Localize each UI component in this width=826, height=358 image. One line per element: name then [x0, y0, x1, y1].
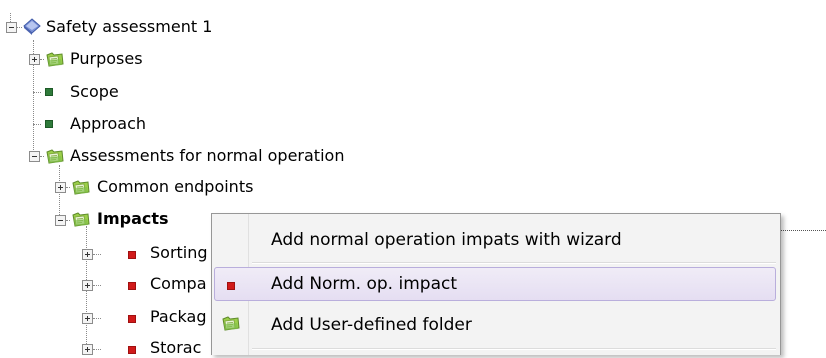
tree-connector [66, 187, 70, 188]
impact-icon [128, 315, 136, 323]
tree-connector [40, 59, 44, 60]
folder-icon [46, 51, 64, 67]
expand-toggle-child[interactable] [82, 313, 93, 324]
menu-separator [252, 348, 776, 350]
tree-item-child-label[interactable]: Packag [150, 307, 211, 327]
impact-icon [128, 251, 136, 259]
expand-toggle-child[interactable] [82, 249, 93, 260]
impact-icon [128, 346, 136, 354]
tree-item-child-label[interactable]: Storac [150, 338, 211, 358]
folder-icon [72, 179, 90, 195]
tree-item-child-label[interactable]: Sorting [150, 243, 211, 263]
collapse-toggle-assessments[interactable] [29, 151, 40, 162]
tree-item-child-label[interactable]: Compa [150, 274, 211, 294]
menu-item-add-user-defined-folder[interactable]: Add User-defined folder [214, 308, 776, 342]
tree-item-approach-label[interactable]: Approach [70, 114, 146, 134]
menu-separator [252, 262, 776, 264]
leaf-icon [45, 88, 53, 96]
tree-connector [66, 220, 70, 221]
folder-icon [46, 148, 64, 164]
tree-connector [33, 124, 41, 125]
expand-toggle-purposes[interactable] [29, 54, 40, 65]
tree-item-purposes-label[interactable]: Purposes [70, 49, 143, 69]
tree-connector [40, 156, 44, 157]
tree-item-root-label[interactable]: Safety assessment 1 [46, 17, 212, 37]
folder-icon [72, 211, 90, 227]
menu-item-label: Add User-defined folder [271, 315, 472, 335]
tree-item-scope-label[interactable]: Scope [70, 82, 119, 102]
tree-connector [10, 13, 11, 22]
expand-toggle-child[interactable] [82, 280, 93, 291]
impact-icon [128, 282, 136, 290]
tree-item-impacts-label[interactable]: Impacts [97, 209, 169, 229]
tree-connector [93, 254, 101, 255]
expand-toggle-child[interactable] [82, 344, 93, 355]
menu-item-add-norm-op-impact[interactable]: Add Norm. op. impact [214, 267, 776, 301]
tree-connector [93, 285, 101, 286]
expand-toggle-common-endpoints[interactable] [55, 182, 66, 193]
tree-item-common-endpoints-label[interactable]: Common endpoints [97, 177, 253, 197]
tree-connector [93, 318, 101, 319]
collapse-toggle-impacts[interactable] [55, 215, 66, 226]
menu-item-add-wizard[interactable]: Add normal operation impats with wizard [214, 223, 776, 257]
tree-item-assessments-label[interactable]: Assessments for normal operation [70, 146, 344, 166]
selection-focus-outline [780, 230, 826, 231]
assessment-icon [23, 18, 41, 35]
collapse-toggle-root[interactable] [6, 22, 17, 33]
tree-connector [33, 92, 41, 93]
leaf-icon [45, 120, 53, 128]
menu-item-label: Add Norm. op. impact [271, 274, 457, 294]
context-menu: Add normal operation impats with wizard … [211, 213, 781, 355]
red-square-icon [227, 282, 235, 290]
folder-icon [222, 315, 240, 331]
tree-connector [93, 349, 101, 350]
menu-item-label: Add normal operation impats with wizard [271, 230, 622, 250]
